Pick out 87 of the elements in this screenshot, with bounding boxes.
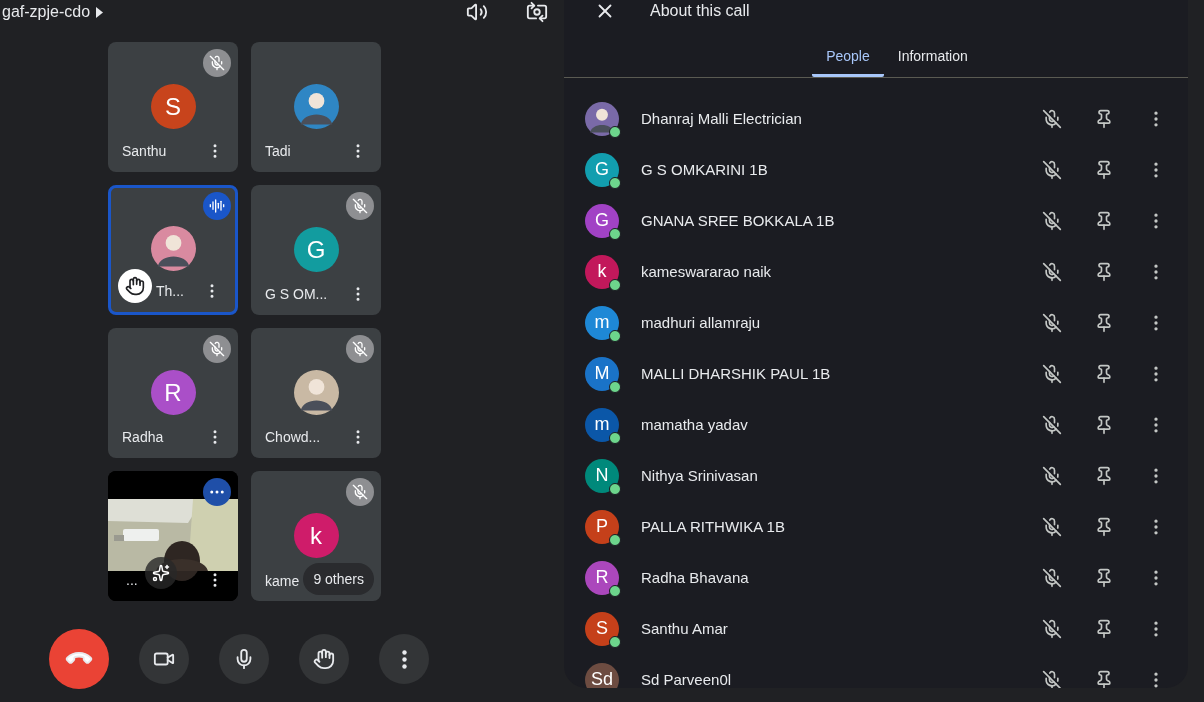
pin-icon[interactable] xyxy=(1094,567,1114,588)
avatar: N xyxy=(585,458,619,493)
participant-tile[interactable]: R Radha xyxy=(108,328,238,458)
pin-icon[interactable] xyxy=(1094,516,1114,537)
meeting-code[interactable]: gaf-zpje-cdo xyxy=(2,3,91,21)
participant-tile[interactable]: Th... xyxy=(108,185,238,315)
person-name: Santhu Amar xyxy=(641,620,729,637)
person-name: MALLI DHARSHIK PAUL 1B xyxy=(641,365,832,382)
pin-icon[interactable] xyxy=(1094,414,1114,435)
avatar: m xyxy=(585,407,619,442)
participant-name: Th... xyxy=(156,283,184,299)
pin-icon[interactable] xyxy=(1094,618,1114,639)
participant-name: Tadi xyxy=(265,143,291,159)
mic-off-icon[interactable] xyxy=(1042,210,1062,231)
speaker-icon[interactable] xyxy=(466,1,488,23)
person-name: Nithya Srinivasan xyxy=(641,467,759,484)
mic-off-icon[interactable] xyxy=(1042,312,1062,333)
mic-off-icon[interactable] xyxy=(1042,618,1062,639)
person-name: madhuri allamraju xyxy=(641,314,762,331)
end-call-button[interactable] xyxy=(49,629,109,689)
participant-name: Santhu xyxy=(122,143,167,159)
person-name: Radha Bhavana xyxy=(641,569,750,586)
pin-icon[interactable] xyxy=(1094,312,1114,333)
participant-tile[interactable]: Chowd... xyxy=(251,328,381,458)
participant-name: Chowd... xyxy=(265,429,321,445)
person-name: G S OMKARINI 1B xyxy=(641,161,769,178)
participant-name: ... xyxy=(126,572,138,588)
avatar: k xyxy=(293,513,339,558)
others-chip[interactable]: 9 others xyxy=(303,563,374,595)
avatar: Sd xyxy=(585,662,619,688)
camera-button[interactable] xyxy=(139,634,189,684)
sparkles-icon xyxy=(152,564,170,582)
pin-icon[interactable] xyxy=(1094,261,1114,282)
mic-off-icon[interactable] xyxy=(1042,516,1062,537)
mic-off-icon[interactable] xyxy=(1042,363,1062,384)
avatar: S xyxy=(150,84,196,129)
participant-tile[interactable]: k kame 9 others xyxy=(251,471,381,601)
avatar: m xyxy=(585,305,619,340)
mic-off-icon[interactable] xyxy=(1042,108,1062,129)
mic-off-icon[interactable] xyxy=(1042,414,1062,435)
tab[interactable]: Information xyxy=(883,42,982,77)
avatar: M xyxy=(585,356,619,391)
person-name: Dhanraj Malli Electrician xyxy=(641,110,803,127)
avatar: P xyxy=(585,509,619,544)
mic-off-icon[interactable] xyxy=(1042,159,1062,180)
pin-icon[interactable] xyxy=(1094,363,1114,384)
participant-tile[interactable]: Tadi xyxy=(251,42,381,172)
switch-camera-icon[interactable] xyxy=(526,1,548,23)
avatar-icon xyxy=(293,370,339,415)
avatar-icon xyxy=(293,84,339,129)
mic-off-icon[interactable] xyxy=(1042,669,1062,688)
mic-off-icon[interactable] xyxy=(1042,261,1062,282)
panel-title: About this call xyxy=(650,2,750,20)
pin-icon[interactable] xyxy=(1094,465,1114,486)
participant-name: kame xyxy=(265,573,300,589)
avatar: G xyxy=(293,227,339,272)
participant-name: G S OM... xyxy=(265,286,328,302)
more-options-button[interactable] xyxy=(379,634,429,684)
person-name: GNANA SREE BOKKALA 1B xyxy=(641,212,836,229)
raise-hand-button[interactable] xyxy=(299,634,349,684)
pin-icon[interactable] xyxy=(1094,669,1114,688)
person-name: PALLA RITHWIKA 1B xyxy=(641,518,786,535)
avatar-icon xyxy=(150,226,196,271)
caret-icon[interactable] xyxy=(96,6,104,18)
microphone-button[interactable] xyxy=(219,634,269,684)
avatar: G xyxy=(585,203,619,238)
participant-tile[interactable]: S Santhu xyxy=(108,42,238,172)
hand-icon xyxy=(313,648,335,670)
avatar: G xyxy=(585,152,619,187)
tab[interactable]: People xyxy=(812,42,884,77)
more-icon xyxy=(401,649,407,669)
avatar: S xyxy=(585,611,619,646)
person-name: mamatha yadav xyxy=(641,416,749,433)
pin-icon[interactable] xyxy=(1094,159,1114,180)
participant-tile[interactable]: G G S OM... xyxy=(251,185,381,315)
video-tile[interactable]: ... xyxy=(108,471,238,601)
avatar: R xyxy=(150,370,196,415)
person-name: Sd Parveen0l xyxy=(641,671,733,688)
pin-icon[interactable] xyxy=(1094,210,1114,231)
pin-icon[interactable] xyxy=(1094,108,1114,129)
avatar: R xyxy=(585,560,619,595)
avatar-icon xyxy=(585,101,619,136)
participant-name: Radha xyxy=(122,429,164,445)
mic-off-icon[interactable] xyxy=(1042,567,1062,588)
avatar: k xyxy=(585,254,619,289)
mic-off-icon[interactable] xyxy=(1042,465,1062,486)
person-name: kameswararao naik xyxy=(641,263,773,280)
